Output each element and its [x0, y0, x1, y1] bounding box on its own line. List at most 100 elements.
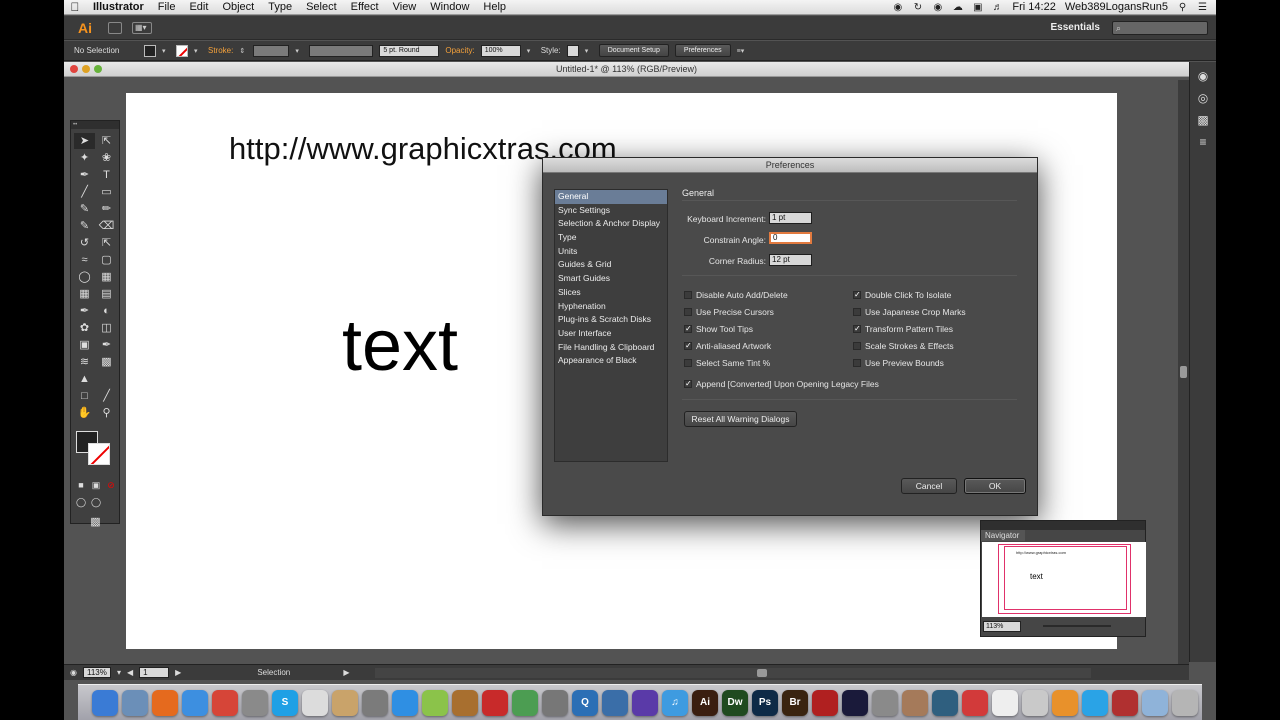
skype-icon[interactable]: S: [272, 689, 298, 716]
preferences-category-list[interactable]: General Sync Settings Selection & Anchor…: [554, 189, 668, 462]
menu-window[interactable]: Window: [423, 1, 476, 13]
category-general[interactable]: General: [555, 190, 667, 204]
line-tool-icon[interactable]: ╱: [74, 184, 95, 200]
fill-stroke-control[interactable]: [74, 431, 116, 471]
status-menu-icon[interactable]: ▶: [343, 668, 349, 677]
app-preview2-icon[interactable]: [1022, 689, 1048, 716]
app-green-icon[interactable]: [512, 689, 538, 716]
spotlight-icon[interactable]: ⚲: [1177, 2, 1188, 13]
cancel-button[interactable]: Cancel: [901, 478, 957, 494]
checkbox-precise-cursors[interactable]: Use Precise Cursors: [684, 307, 774, 317]
chevron-down-icon[interactable]: ▾: [162, 47, 170, 55]
checkbox-box[interactable]: [853, 308, 861, 316]
menu-app-name[interactable]: Illustrator: [86, 1, 151, 13]
eraser-tool-icon[interactable]: ⌫: [96, 218, 117, 234]
draw-inside-icon[interactable]: [104, 494, 118, 510]
close-window-icon[interactable]: [70, 65, 78, 73]
menu-help[interactable]: Help: [476, 1, 513, 13]
gradient-mode-icon[interactable]: ▣: [89, 477, 103, 493]
lasso-tool-icon[interactable]: ❀: [96, 150, 117, 166]
navigator-zoom-field[interactable]: 113%: [983, 621, 1021, 632]
app-red-icon[interactable]: [482, 689, 508, 716]
zoom-tool-icon[interactable]: ⚲: [96, 405, 117, 421]
knife-tool-icon[interactable]: ╱: [96, 388, 117, 404]
perspective-grid-tool-icon[interactable]: ▦: [96, 269, 117, 285]
record-icon[interactable]: ◉: [892, 2, 903, 13]
system-prefs-icon[interactable]: [242, 689, 268, 716]
checkbox-disable-auto-add[interactable]: Disable Auto Add/Delete: [684, 290, 788, 300]
color-mode-icon[interactable]: ■: [74, 477, 88, 493]
downloads-icon[interactable]: [1142, 689, 1168, 716]
dreamweaver-icon[interactable]: Dw: [722, 689, 748, 716]
search-input[interactable]: ⌕: [1112, 20, 1208, 35]
chevron-down-icon[interactable]: ▾: [585, 47, 593, 55]
stroke-panel-icon[interactable]: ≡: [1195, 134, 1211, 150]
paintbrush-tool-icon[interactable]: ✎: [74, 201, 95, 217]
status-zoom[interactable]: 113%: [82, 667, 111, 678]
menubar-user[interactable]: Web389LogansRun5: [1065, 1, 1168, 13]
app-photo-icon[interactable]: [902, 689, 928, 716]
wifi-icon[interactable]: ◉: [932, 2, 943, 13]
checkbox-append-converted[interactable]: ✓ Append [Converted] Upon Opening Legacy …: [684, 379, 879, 389]
scale-tool-icon[interactable]: ⇱: [96, 235, 117, 251]
draw-normal-icon[interactable]: ◯: [74, 494, 88, 510]
selection-tool-icon[interactable]: ➤: [74, 133, 95, 149]
category-sync-settings[interactable]: Sync Settings: [555, 204, 667, 218]
artboard-tool-icon[interactable]: ▣: [74, 337, 95, 353]
checkbox-double-click-isolate[interactable]: ✓ Double Click To Isolate: [853, 290, 951, 300]
horizontal-scroll-thumb[interactable]: [757, 668, 768, 677]
menubar-clock[interactable]: Fri 14:22: [1012, 1, 1055, 13]
category-smart-guides[interactable]: Smart Guides: [555, 272, 667, 286]
warp-tool-icon[interactable]: ≋: [74, 354, 95, 370]
color-guide-icon[interactable]: ◉: [1195, 68, 1211, 84]
artboard-number[interactable]: 1: [139, 667, 170, 678]
category-plugins-scratch[interactable]: Plug-ins & Scratch Disks: [555, 313, 667, 327]
app-gray-icon[interactable]: [542, 689, 568, 716]
column-graph-tool-icon[interactable]: ◫: [96, 320, 117, 336]
menu-effect[interactable]: Effect: [344, 1, 386, 13]
status-current-tool[interactable]: Selection: [257, 668, 337, 677]
vertical-scrollbar[interactable]: [1178, 80, 1189, 665]
category-slices[interactable]: Slices: [555, 286, 667, 300]
navigator-tab[interactable]: Navigator: [981, 530, 1025, 541]
vertical-scroll-thumb[interactable]: [1180, 366, 1187, 378]
magic-wand-tool-icon[interactable]: ✦: [74, 150, 95, 166]
document-setup-button[interactable]: Document Setup: [598, 44, 669, 57]
stroke-stepper-icon[interactable]: ⇕: [239, 47, 247, 55]
app-camera-icon[interactable]: [1112, 689, 1138, 716]
checkmark-icon[interactable]: ✓: [853, 325, 861, 333]
notification-center-icon[interactable]: ☰: [1197, 2, 1208, 13]
category-hyphenation[interactable]: Hyphenation: [555, 300, 667, 314]
free-transform-tool-icon[interactable]: ▢: [96, 252, 117, 268]
menu-select[interactable]: Select: [299, 1, 344, 13]
navigator-panel-header[interactable]: [981, 521, 1145, 530]
category-units[interactable]: Units: [555, 245, 667, 259]
menu-object[interactable]: Object: [215, 1, 261, 13]
checkbox-box[interactable]: [684, 291, 692, 299]
category-file-handling[interactable]: File Handling & Clipboard: [555, 341, 667, 355]
checkbox-preview-bounds[interactable]: Use Preview Bounds: [853, 358, 944, 368]
app-doc-icon[interactable]: [992, 689, 1018, 716]
navigator-view-box[interactable]: [1004, 546, 1127, 610]
category-guides-grid[interactable]: Guides & Grid: [555, 258, 667, 272]
photoshop-icon[interactable]: Ps: [752, 689, 778, 716]
category-selection-anchor[interactable]: Selection & Anchor Display: [555, 217, 667, 231]
direct-selection-tool-icon[interactable]: ⇱: [96, 133, 117, 149]
opacity-field[interactable]: 100%: [480, 44, 521, 57]
apple-menu-icon[interactable]: : [64, 0, 86, 14]
graphic-style-swatch[interactable]: [566, 44, 579, 57]
display-icon[interactable]: ▣: [972, 2, 983, 13]
stroke-color-swatch[interactable]: [88, 443, 110, 465]
none-mode-icon[interactable]: ⊘: [104, 477, 118, 493]
app-flower-icon[interactable]: [632, 689, 658, 716]
screen-mode-icon[interactable]: ▩: [85, 514, 106, 530]
rectangle-tool-icon[interactable]: ▭: [96, 184, 117, 200]
chevron-down-icon[interactable]: ▾: [295, 47, 303, 55]
app-pen-icon[interactable]: [872, 689, 898, 716]
gamecenter-icon[interactable]: [422, 689, 448, 716]
minimize-window-icon[interactable]: [82, 65, 90, 73]
hand-tool-icon[interactable]: ✋: [74, 405, 95, 421]
brush-definition[interactable]: 5 pt. Round: [379, 44, 440, 57]
width-tool-icon[interactable]: ≈: [74, 252, 95, 268]
chrome-icon[interactable]: [212, 689, 238, 716]
